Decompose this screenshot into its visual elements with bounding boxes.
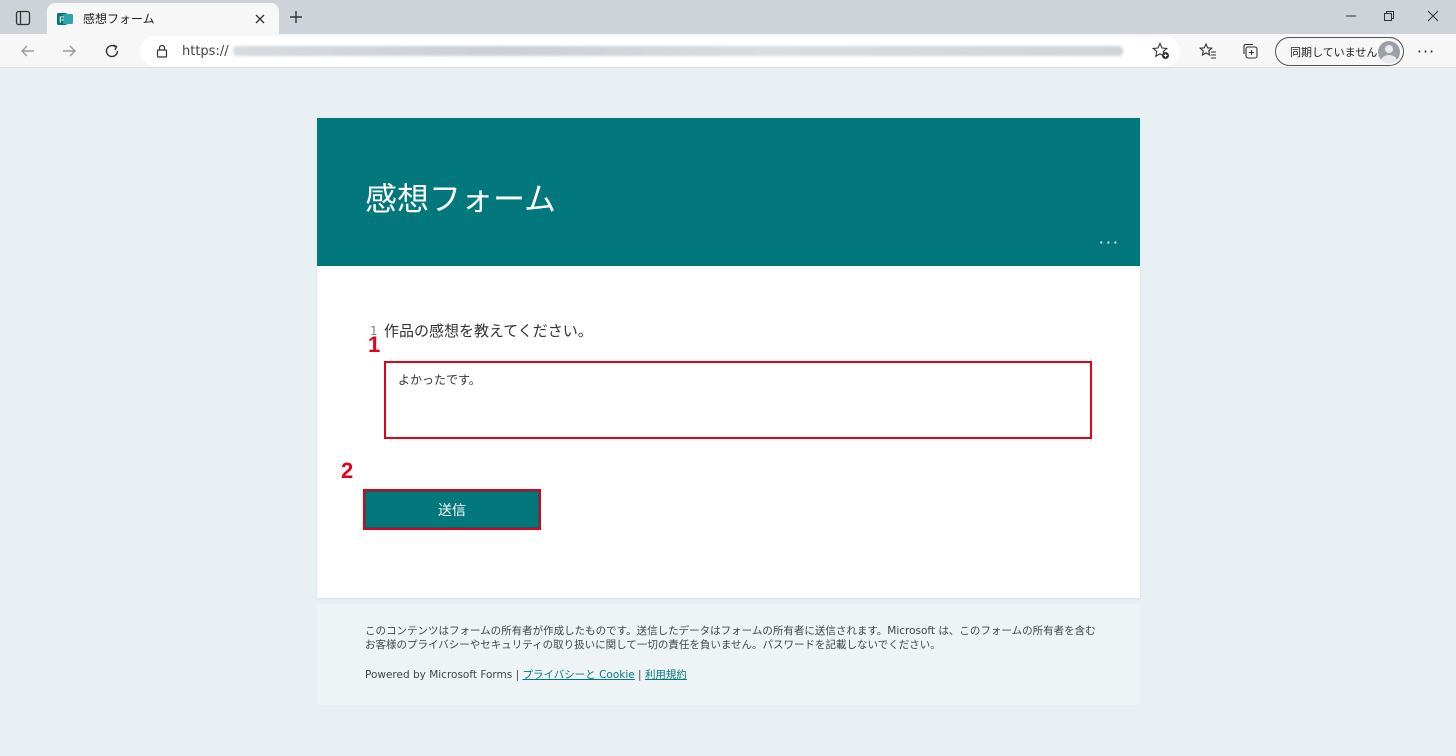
reload-icon[interactable] bbox=[98, 38, 126, 64]
powered-by-text: Powered by Microsoft Forms | bbox=[365, 669, 523, 681]
more-options-icon[interactable]: ··· bbox=[1414, 40, 1438, 62]
browser-toolbar: https:// 同期していません ··· bbox=[0, 34, 1456, 68]
form-footer: このコンテンツはフォームの所有者が作成したものです。送信したデータはフォームの所… bbox=[317, 604, 1140, 705]
avatar-icon bbox=[1378, 40, 1400, 63]
form-title: 感想フォーム bbox=[365, 180, 557, 218]
profile-label: 同期していません bbox=[1290, 45, 1378, 59]
step-marker-1: 1 bbox=[368, 332, 381, 357]
back-icon[interactable] bbox=[14, 38, 42, 64]
submit-button[interactable]: 送信 bbox=[363, 489, 541, 530]
tab-title: 感想フォーム bbox=[83, 12, 155, 26]
url-redacted bbox=[232, 46, 1123, 56]
svg-text:F: F bbox=[59, 15, 64, 24]
powered-by: Powered by Microsoft Forms | プライバシーと Coo… bbox=[365, 667, 687, 682]
add-favorite-icon[interactable] bbox=[1152, 42, 1170, 60]
window-close-icon[interactable] bbox=[1410, 2, 1456, 30]
tab-actions-icon[interactable] bbox=[10, 7, 36, 29]
forms-favicon-icon: F bbox=[57, 11, 73, 27]
address-bar[interactable]: https:// bbox=[140, 36, 1180, 66]
tab-active[interactable]: F 感想フォーム bbox=[47, 3, 279, 34]
restore-icon[interactable] bbox=[1366, 2, 1412, 30]
form-more-icon[interactable]: ··· bbox=[1099, 235, 1120, 251]
step-marker-2: 2 bbox=[341, 458, 354, 483]
lock-icon[interactable] bbox=[154, 43, 170, 59]
answer-input[interactable]: よかったです。 bbox=[384, 361, 1092, 439]
form-header: 感想フォーム ··· bbox=[317, 118, 1140, 266]
disclaimer-text: このコンテンツはフォームの所有者が作成したものです。送信したデータはフォームの所… bbox=[365, 625, 1096, 651]
privacy-link[interactable]: プライバシーと Cookie bbox=[522, 669, 634, 681]
footer-separator: | bbox=[634, 669, 645, 681]
new-tab-icon[interactable] bbox=[284, 5, 308, 29]
favorites-icon[interactable] bbox=[1196, 40, 1220, 62]
url-text: https:// bbox=[182, 43, 229, 59]
profile-button[interactable]: 同期していません bbox=[1275, 37, 1404, 66]
tab-close-icon[interactable] bbox=[251, 10, 269, 28]
forward-icon[interactable] bbox=[55, 38, 83, 64]
collections-icon[interactable] bbox=[1238, 40, 1262, 62]
terms-link[interactable]: 利用規約 bbox=[645, 669, 687, 681]
tab-strip: F 感想フォーム bbox=[0, 0, 1456, 34]
question-text: 作品の感想を教えてください。 bbox=[384, 322, 593, 340]
